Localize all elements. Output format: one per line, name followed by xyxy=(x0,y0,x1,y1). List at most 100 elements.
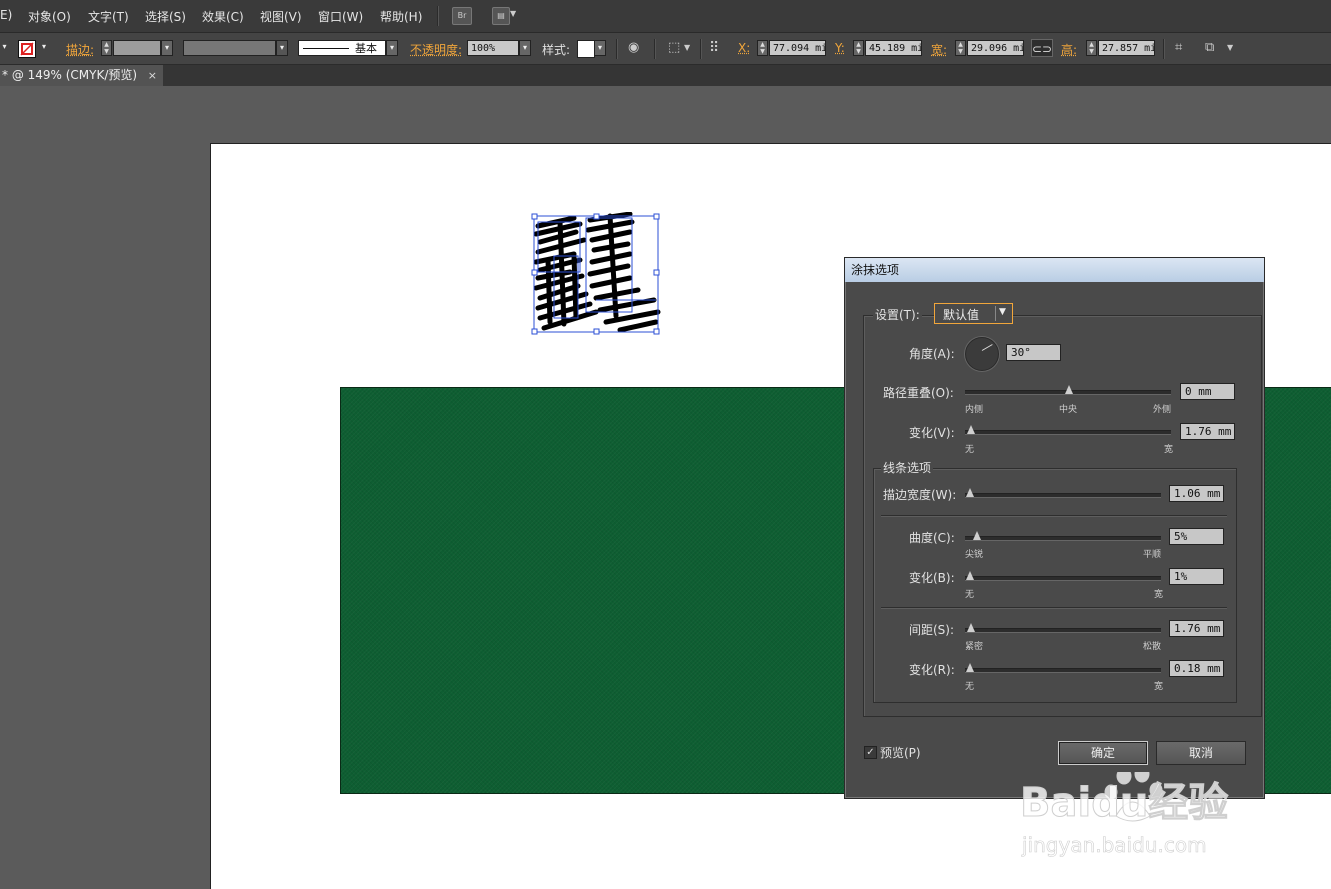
transform-icon[interactable]: ⌗ xyxy=(1175,41,1182,55)
select-divider xyxy=(995,306,996,321)
isolate-dropdown-icon[interactable]: ▼ xyxy=(1227,43,1233,52)
workspace-layout-icon[interactable]: ▤ xyxy=(492,7,510,25)
preview-checkbox[interactable]: ✓ xyxy=(864,746,877,759)
stroke-width-slider-track[interactable] xyxy=(965,493,1161,498)
settings-select-value: 默认值 xyxy=(943,308,980,322)
brush-style-dropdown-icon[interactable]: ▾ xyxy=(386,40,398,56)
baidu-jingyan-watermark: Baidu经验 jingyan.baidu.com xyxy=(1020,772,1229,857)
height-stepper[interactable]: ▲ ▼ xyxy=(1086,40,1097,56)
stroke-width-label: 描边宽度(W): xyxy=(883,488,957,502)
watermark-url: jingyan.baidu.com xyxy=(1021,833,1207,857)
curviness-field[interactable]: 5% xyxy=(1169,528,1224,545)
spacing-slider-thumb[interactable] xyxy=(967,623,975,632)
variation-r-slider-track[interactable] xyxy=(965,668,1161,673)
menu-effect[interactable]: 效果(C) xyxy=(202,8,244,25)
spacing-field[interactable]: 1.76 mm xyxy=(1169,620,1224,637)
stroke-weight-field[interactable] xyxy=(113,40,161,56)
graphic-style-swatch[interactable] xyxy=(577,40,595,58)
stroke-weight-stepper[interactable]: ▲ ▼ xyxy=(101,40,112,56)
dialog-title[interactable]: 涂抹选项 xyxy=(845,258,1264,282)
cb-separator xyxy=(616,39,618,59)
document-tab[interactable]: * @ 149% (CMYK/预览) × xyxy=(0,65,163,86)
path-overlap-slider-thumb[interactable] xyxy=(1065,385,1073,394)
watermark-brand: Baidu经验 xyxy=(1020,780,1228,826)
menu-window[interactable]: 窗口(W) xyxy=(318,8,363,25)
variable-width-field[interactable] xyxy=(183,40,276,56)
align-to-selection-icon[interactable]: ⬚ xyxy=(668,41,680,55)
width-stepper[interactable]: ▲ ▼ xyxy=(955,40,966,56)
menu-separator xyxy=(437,6,439,26)
control-bar: ▾ ▾ 描边: ▲ ▼ ▾ ▾ 基本 ▾ 不透明度: 100% ▾ 样式: ▾ ◉… xyxy=(0,33,1331,65)
x-label[interactable]: X: xyxy=(738,41,750,55)
width-field[interactable]: 29.096 mi xyxy=(967,40,1024,56)
stroke-swatch-dropdown-icon[interactable]: ▾ xyxy=(38,40,50,56)
stroke-width-field[interactable]: 1.06 mm xyxy=(1169,485,1224,502)
path-overlap-min-label: 内侧 xyxy=(965,405,984,415)
isolate-icon[interactable]: ⧉ xyxy=(1205,41,1214,55)
variation-b-slider-thumb[interactable] xyxy=(966,571,974,580)
spacing-slider-track[interactable] xyxy=(965,628,1161,633)
variation-b-label: 变化(B): xyxy=(909,571,955,585)
path-overlap-field[interactable]: 0 mm xyxy=(1180,383,1235,400)
y-label[interactable]: Y: xyxy=(835,41,845,55)
recolor-artwork-icon[interactable]: ◉ xyxy=(628,41,639,55)
angle-field[interactable]: 30° xyxy=(1006,344,1061,361)
menu-select[interactable]: 选择(S) xyxy=(145,8,186,25)
spacing-min-label: 紧密 xyxy=(965,642,984,652)
preview-label[interactable]: 预览(P) xyxy=(880,744,921,761)
scribbled-character-artwork[interactable] xyxy=(530,212,662,336)
path-overlap-label: 路径重叠(O): xyxy=(883,386,954,400)
menu-type[interactable]: 文字(T) xyxy=(88,8,129,25)
opacity-field[interactable]: 100% xyxy=(467,40,519,56)
variation-v-field[interactable]: 1.76 mm xyxy=(1180,423,1235,440)
variation-b-field[interactable]: 1% xyxy=(1169,568,1224,585)
line-options-label: 线条选项 xyxy=(881,459,934,476)
curviness-min-label: 尖锐 xyxy=(965,550,984,560)
graphic-style-dropdown-icon[interactable]: ▾ xyxy=(594,40,606,56)
brush-style-field[interactable]: 基本 xyxy=(298,40,386,56)
constrain-proportions-link-icon[interactable]: ⊂⊃ xyxy=(1031,39,1053,57)
x-stepper[interactable]: ▲ ▼ xyxy=(757,40,768,56)
document-tab-title: * @ 149% (CMYK/预览) xyxy=(2,68,138,82)
y-field[interactable]: 45.189 mi xyxy=(865,40,922,56)
variation-b-slider-track[interactable] xyxy=(965,576,1161,581)
variation-r-field[interactable]: 0.18 mm xyxy=(1169,660,1224,677)
variation-v-max-label: 宽 xyxy=(1164,445,1174,455)
align-dropdown-icon[interactable]: ▼ xyxy=(684,43,690,52)
settings-select[interactable]: 默认值 ▼ xyxy=(934,303,1013,324)
menu-edit[interactable]: E) xyxy=(0,8,12,22)
menu-view[interactable]: 视图(V) xyxy=(260,8,302,25)
variation-r-slider-thumb[interactable] xyxy=(966,663,974,672)
spacing-max-label: 松散 xyxy=(1143,642,1162,652)
bridge-icon[interactable]: Br xyxy=(452,7,472,25)
variation-v-slider-track[interactable] xyxy=(965,430,1171,435)
width-label[interactable]: 宽: xyxy=(931,41,947,58)
angle-dial[interactable] xyxy=(965,337,999,371)
cancel-button[interactable]: 取消 xyxy=(1156,741,1246,765)
stroke-width-slider-thumb[interactable] xyxy=(966,488,974,497)
stroke-swatch[interactable] xyxy=(18,40,36,58)
curviness-slider-track[interactable] xyxy=(965,536,1161,541)
menu-help[interactable]: 帮助(H) xyxy=(380,8,422,25)
stroke-label[interactable]: 描边: xyxy=(66,41,94,58)
ok-button[interactable]: 确定 xyxy=(1058,741,1148,765)
brush-line-icon xyxy=(303,48,349,49)
settings-dropdown-icon: ▼ xyxy=(999,307,1006,317)
workspace-dropdown-icon[interactable]: ▼ xyxy=(510,9,516,18)
menu-object[interactable]: 对象(O) xyxy=(28,8,71,25)
close-tab-icon[interactable]: × xyxy=(148,65,157,86)
curviness-max-label: 平顺 xyxy=(1143,550,1162,560)
opacity-label[interactable]: 不透明度: xyxy=(410,41,462,58)
height-field[interactable]: 27.857 mi xyxy=(1098,40,1155,56)
cb-separator xyxy=(700,39,702,59)
stroke-weight-dropdown-icon[interactable]: ▾ xyxy=(161,40,173,56)
curviness-slider-thumb[interactable] xyxy=(973,531,981,540)
height-label[interactable]: 高: xyxy=(1061,41,1077,58)
variable-width-dropdown-icon[interactable]: ▾ xyxy=(276,40,288,56)
y-stepper[interactable]: ▲ ▼ xyxy=(853,40,864,56)
fill-dropdown-icon[interactable]: ▾ xyxy=(0,40,9,56)
reference-point-icon[interactable]: ⠿ xyxy=(709,41,719,55)
variation-v-slider-thumb[interactable] xyxy=(967,425,975,434)
x-field[interactable]: 77.094 mi xyxy=(769,40,826,56)
opacity-dropdown-icon[interactable]: ▾ xyxy=(519,40,531,56)
